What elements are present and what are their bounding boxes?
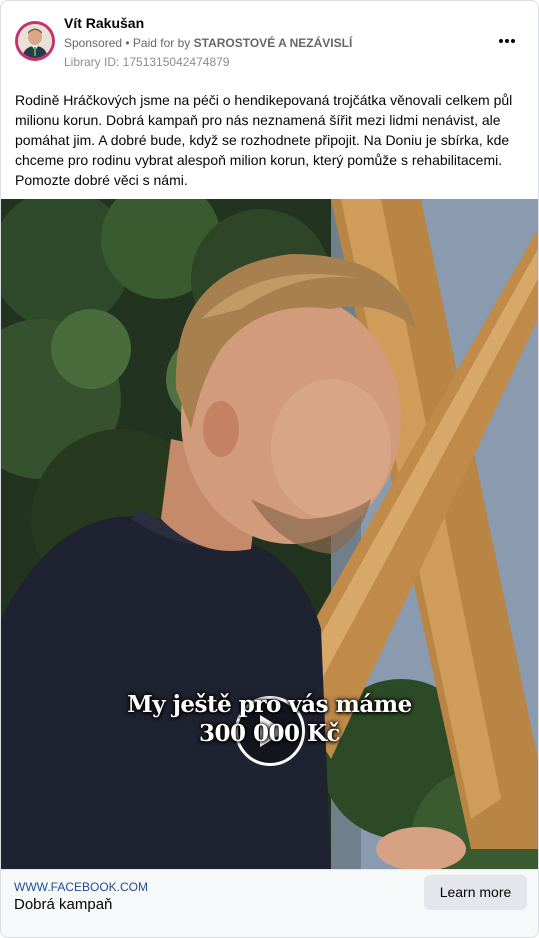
video-player[interactable] — [1, 199, 538, 869]
video-frame — [1, 199, 538, 869]
learn-more-button[interactable]: Learn more — [424, 875, 527, 910]
ad-footer[interactable]: WWW.FACEBOOK.COM Dobrá kampaň Learn more — [1, 869, 538, 937]
paid-for-prefix: • Paid for by — [122, 36, 194, 50]
ad-header: Vít Rakušan Sponsored • Paid for by STAR… — [1, 1, 538, 81]
video-caption-line-1: My ještě pro vás máme — [127, 691, 412, 718]
paid-for-by[interactable]: STAROSTOVÉ A NEZÁVISLÍ — [194, 36, 353, 50]
ad-body-text: Rodině Hráčkových jsme na péči o hendike… — [15, 92, 513, 188]
sponsored-line: Sponsored • Paid for by STAROSTOVÉ A NEZ… — [64, 36, 352, 50]
library-id: Library ID: 1751315042474879 — [64, 55, 230, 69]
ad-card: Vít Rakušan Sponsored • Paid for by STAR… — [0, 0, 539, 938]
avatar[interactable] — [15, 21, 55, 61]
sponsored-label: Sponsored — [64, 36, 123, 50]
video-caption-line-2: 300 000 Kč — [198, 720, 341, 747]
page-name[interactable]: Vít Rakušan — [64, 15, 144, 31]
link-domain[interactable]: WWW.FACEBOOK.COM — [14, 880, 148, 894]
link-headline[interactable]: Dobrá kampaň — [14, 896, 112, 913]
avatar-photo — [18, 24, 52, 58]
more-options-icon[interactable] — [493, 31, 521, 51]
